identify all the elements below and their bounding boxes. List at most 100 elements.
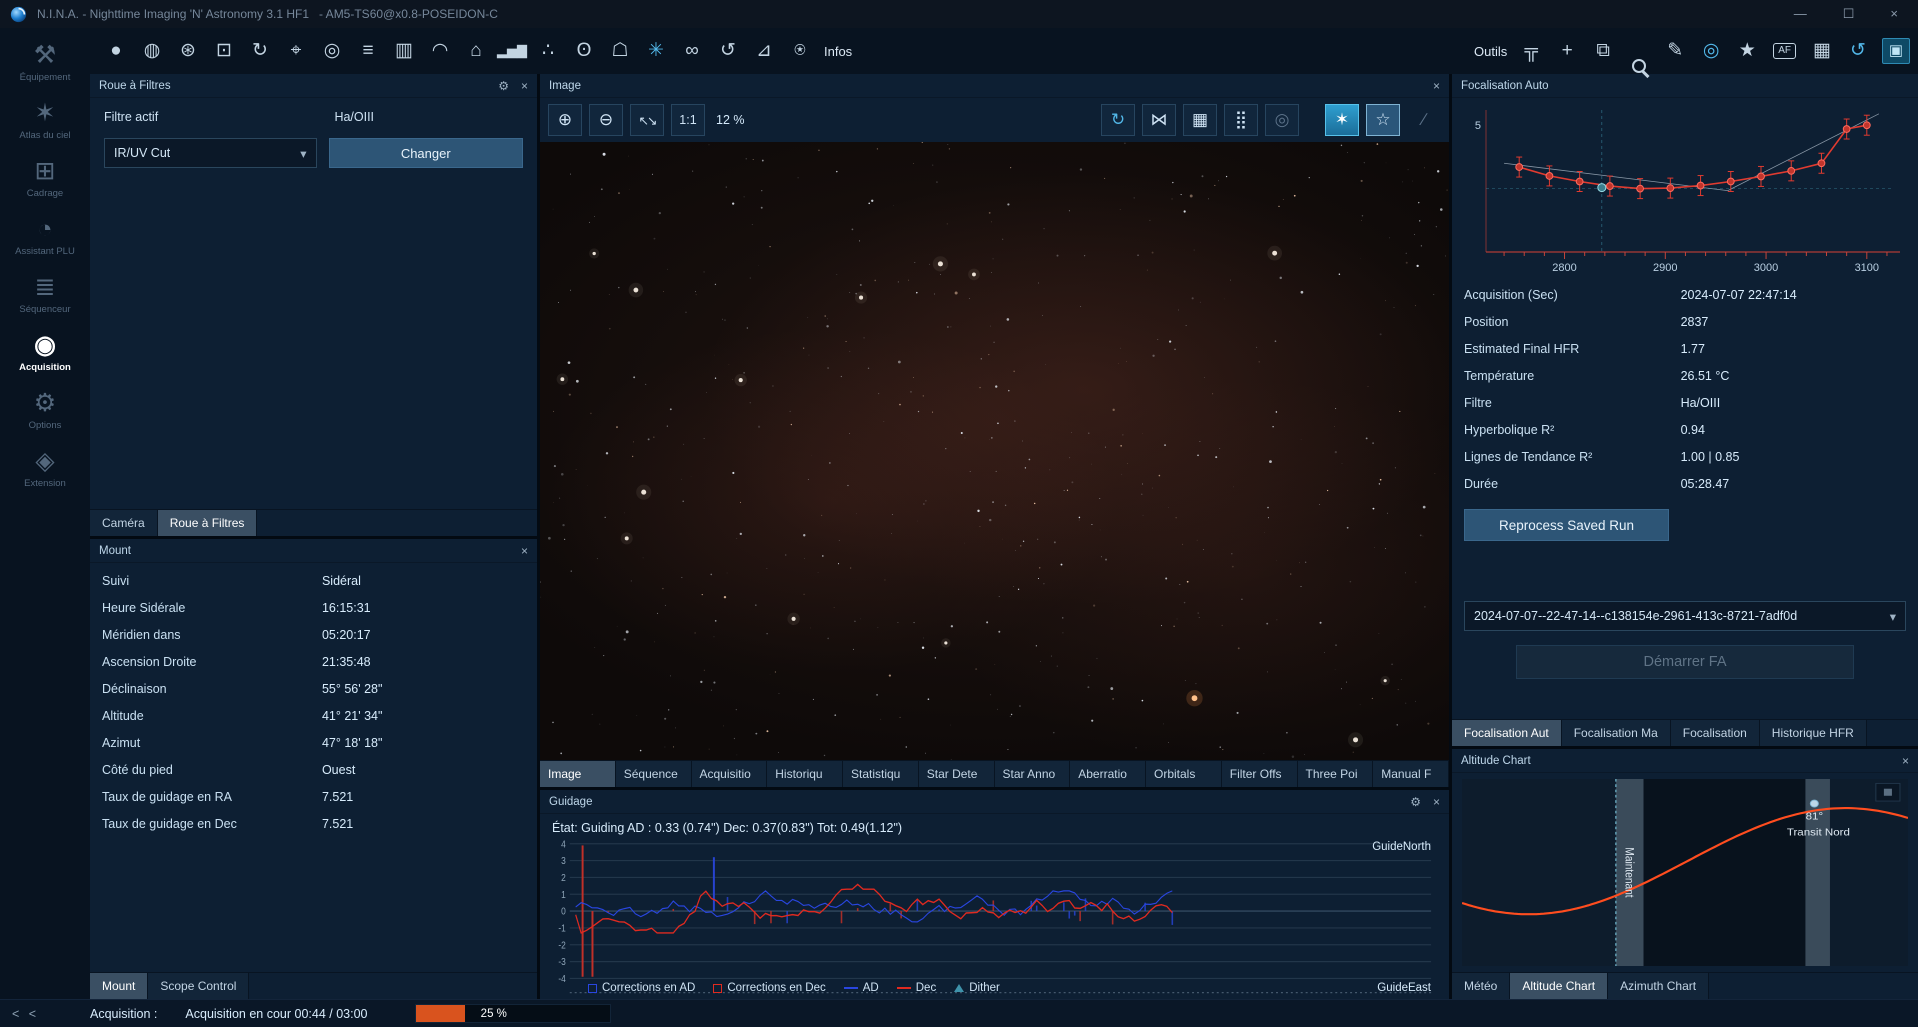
shutter-icon[interactable]: ◍	[134, 36, 170, 66]
grid-icon[interactable]: ▦	[1183, 104, 1217, 136]
sidebar-item-acquisition[interactable]: ◉ Acquisition	[0, 324, 90, 382]
tab-roue-a-filtres[interactable]: Roue à Filtres	[158, 510, 258, 536]
star-detection-toggle-icon[interactable]: ☆	[1366, 104, 1400, 136]
starfield	[540, 142, 1449, 760]
zoom-out-icon[interactable]: ⊖	[589, 104, 623, 136]
sidebar-item-assistant-plu[interactable]: ◔ Assistant PLU	[0, 208, 90, 266]
tab-meteo[interactable]: Météo	[1452, 973, 1510, 999]
star-detection-icon[interactable]: ∴	[530, 36, 566, 66]
filter-wheel-icon[interactable]: ⊛	[170, 36, 206, 66]
tab-statistique[interactable]: Statistiqu	[843, 761, 919, 787]
tab-camera[interactable]: Caméra	[90, 510, 158, 536]
filter-stack-icon[interactable]: ∞	[674, 36, 710, 66]
tab-acquisition[interactable]: Acquisitio	[692, 761, 768, 787]
saved-run-select[interactable]: 2024-07-07--22-47-14--c138154e-2961-413c…	[1464, 601, 1906, 631]
flip-icon[interactable]: ⋈	[1142, 104, 1176, 136]
sidebar-item-sequenceur[interactable]: ≣ Séquenceur	[0, 266, 90, 324]
dither-pattern-icon[interactable]: ⣿	[1224, 104, 1258, 136]
dome-icon[interactable]: ▥	[386, 36, 422, 66]
active-filter-label: Filtre actif	[104, 110, 334, 124]
af-icon[interactable]: AF	[1773, 43, 1796, 59]
layers-icon[interactable]: ⧉	[1585, 36, 1621, 66]
auto-stretch-wand-icon[interactable]: ✶	[1325, 104, 1359, 136]
row-label: Estimated Final HFR	[1464, 342, 1681, 356]
sidebar-item-cadrage[interactable]: ⊞ Cadrage	[0, 150, 90, 208]
sidebar-item-options[interactable]: ⚙ Options	[0, 382, 90, 440]
tab-altitude-chart[interactable]: Altitude Chart	[1510, 973, 1608, 999]
target-icon[interactable]: ◎	[1693, 36, 1729, 66]
tab-manual-focus[interactable]: Manual F	[1373, 761, 1449, 787]
tab-filter-offsets[interactable]: Filter Offs	[1222, 761, 1298, 787]
sketch-icon[interactable]: ✎	[1657, 36, 1693, 66]
row-label: Durée	[1464, 477, 1681, 491]
layout-icon[interactable]: ▣	[1882, 38, 1910, 64]
tab-focalisation[interactable]: Focalisation	[1671, 720, 1760, 746]
camera-icon[interactable]: ●	[98, 36, 134, 66]
sidebar-item-extension[interactable]: ◈ Extension	[0, 440, 90, 498]
guider-icon[interactable]: ◎	[314, 36, 350, 66]
tab-historique[interactable]: Historiqu	[767, 761, 843, 787]
tool-icons: ╦+⧉ ✎◎★ AF ▦↺▣	[1513, 36, 1910, 66]
row-label: Ascension Droite	[102, 655, 322, 669]
flat-device-icon[interactable]: ʘ	[566, 36, 602, 66]
loop-icon[interactable]: ↺	[710, 36, 746, 66]
tab-star-annotation[interactable]: Star Anno	[995, 761, 1071, 787]
close-icon[interactable]: ×	[1902, 754, 1909, 768]
tab-mount[interactable]: Mount	[90, 973, 148, 999]
gear-icon[interactable]: ⚙	[498, 79, 509, 93]
telescope-icon[interactable]: ⌖	[278, 36, 314, 66]
tab-scope-control[interactable]: Scope Control	[148, 973, 249, 999]
wheel-icon[interactable]: ⍟	[782, 36, 818, 66]
infos-label[interactable]: Infos	[824, 44, 852, 59]
gear-icon[interactable]: ⚙	[1410, 795, 1421, 809]
nav-icon: ≣	[35, 274, 56, 301]
cooler-icon[interactable]: ✳	[638, 36, 674, 66]
tab-orbitals[interactable]: Orbitals	[1146, 761, 1222, 787]
polar-alignment-icon[interactable]: ⊿	[746, 36, 782, 66]
tab-image[interactable]: Image	[540, 761, 616, 787]
zoom-fit-icon[interactable]: ↖↘	[630, 104, 664, 136]
reprocess-saved-run-button[interactable]: Reprocess Saved Run	[1464, 509, 1669, 541]
close-icon[interactable]: ×	[1433, 795, 1440, 809]
focuser-icon[interactable]: ⊡	[206, 36, 242, 66]
filter-select[interactable]: IR/UV Cut ▾	[104, 138, 317, 168]
close-icon[interactable]: ×	[1433, 79, 1440, 93]
sidebar-item-atlas[interactable]: ✶ Atlas du ciel	[0, 92, 90, 150]
tab-historique-hfr[interactable]: Historique HFR	[1760, 720, 1867, 746]
minimize-button[interactable]: —	[1794, 6, 1807, 22]
row-value: 05:28.47	[1681, 477, 1730, 491]
weather-icon[interactable]: ◠	[422, 36, 458, 66]
tab-star-detection[interactable]: Star Dete	[919, 761, 995, 787]
safety-monitor-icon[interactable]: ☖	[602, 36, 638, 66]
autofocus-panel: Focalisation Auto 28002900300031005 Acqu…	[1452, 74, 1918, 746]
close-button[interactable]: ×	[1890, 6, 1898, 22]
collapse-sidebar-button[interactable]: < <	[0, 1007, 90, 1021]
change-filter-button[interactable]: Changer	[329, 138, 524, 168]
tab-focalisation-manuelle[interactable]: Focalisation Ma	[1562, 720, 1671, 746]
captured-image[interactable]	[540, 142, 1449, 760]
frame-icon[interactable]: ▦	[1804, 36, 1840, 66]
zoom-one-to-one-button[interactable]: 1:1	[671, 104, 705, 136]
crosshair-icon[interactable]: ◎	[1265, 104, 1299, 136]
tab-aberration[interactable]: Aberratio	[1070, 761, 1146, 787]
rotate-icon[interactable]: ↻	[1101, 104, 1135, 136]
plus-icon[interactable]: +	[1549, 36, 1585, 66]
close-icon[interactable]: ×	[521, 544, 528, 558]
maximize-button[interactable]: ☐	[1843, 6, 1855, 22]
sidebar-item-equipement[interactable]: ⚒ Équipement	[0, 34, 90, 92]
tab-sequence[interactable]: Séquence	[616, 761, 692, 787]
flat-panel-icon[interactable]: ⌂	[458, 36, 494, 66]
platesolve-line-icon[interactable]: ∕	[1407, 104, 1441, 136]
tab-azimuth-chart[interactable]: Azimuth Chart	[1608, 973, 1709, 999]
star-icon[interactable]: ★	[1729, 36, 1765, 66]
tab-focalisation-auto[interactable]: Focalisation Aut	[1452, 720, 1562, 746]
start-autofocus-button[interactable]: Démarrer FA	[1516, 645, 1854, 679]
rotator-icon[interactable]: ↻	[242, 36, 278, 66]
plugin-icon[interactable]: ╦	[1513, 36, 1549, 66]
tab-three-point[interactable]: Three Poi	[1298, 761, 1374, 787]
zoom-in-icon[interactable]: ⊕	[548, 104, 582, 136]
close-icon[interactable]: ×	[521, 79, 528, 93]
history-icon[interactable]: ↺	[1840, 36, 1876, 66]
histogram-icon[interactable]: ▂▅▇	[494, 36, 530, 66]
switch-icon[interactable]: ≡	[350, 36, 386, 66]
